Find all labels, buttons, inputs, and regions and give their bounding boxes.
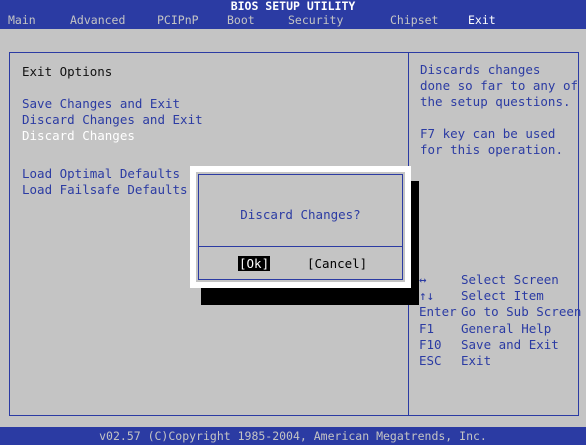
help-line: the setup questions. xyxy=(420,94,571,109)
option-save-changes-and-exit[interactable]: Save Changes and Exit xyxy=(22,96,180,111)
dialog-divider xyxy=(198,246,403,247)
menu-exit[interactable]: Exit xyxy=(466,12,498,29)
window-title: BIOS SETUP UTILITY xyxy=(230,0,356,13)
key-row-esc: ESC Exit xyxy=(419,353,585,369)
menu-advanced[interactable]: Advanced xyxy=(68,12,127,29)
up-down-arrow-icon: ↑↓ xyxy=(419,288,435,304)
cancel-button[interactable]: [Cancel] xyxy=(307,256,367,271)
key-row-select-item: ↑↓ Select Item xyxy=(419,288,585,304)
menu-boot[interactable]: Boot xyxy=(225,12,257,29)
key-desc: Save and Exit xyxy=(461,336,559,352)
option-discard-changes-and-exit[interactable]: Discard Changes and Exit xyxy=(22,112,203,127)
dialog-frame xyxy=(198,174,403,280)
option-load-failsafe-defaults[interactable]: Load Failsafe Defaults xyxy=(22,182,188,197)
menu-pcipnp[interactable]: PCIPnP xyxy=(155,12,201,29)
key-row-f10: F10 Save and Exit xyxy=(419,337,585,353)
key-row-select-screen: ↔ Select Screen xyxy=(419,272,585,288)
key-desc: Exit xyxy=(461,353,492,369)
key-label: F10 xyxy=(419,336,442,352)
help-line xyxy=(420,110,582,126)
menu-chipset[interactable]: Chipset xyxy=(388,12,440,29)
ok-button[interactable]: [Ok] xyxy=(238,256,271,271)
key-label: ESC xyxy=(419,353,442,369)
copyright-footer: v02.57 (C)Copyright 1985-2004, American … xyxy=(0,427,586,445)
help-line: Discards changes xyxy=(420,62,541,77)
key-desc: Select Item xyxy=(461,288,544,304)
help-text: Discards changes done so far to any of t… xyxy=(420,62,582,158)
option-load-optimal-defaults[interactable]: Load Optimal Defaults xyxy=(22,166,180,181)
help-line: F7 key can be used xyxy=(420,126,556,141)
help-line: done so far to any of xyxy=(420,78,579,93)
menu-main[interactable]: Main xyxy=(6,12,38,29)
confirm-dialog: Discard Changes? [Ok] [Cancel] xyxy=(190,166,411,288)
option-discard-changes[interactable]: Discard Changes xyxy=(22,128,135,143)
menu-security[interactable]: Security xyxy=(286,12,345,29)
key-row-enter: Enter Go to Sub Screen xyxy=(419,304,585,320)
left-right-arrow-icon: ↔ xyxy=(419,272,427,287)
dialog-message: Discard Changes? xyxy=(240,207,361,222)
key-row-f1: F1 General Help xyxy=(419,321,585,337)
key-desc: General Help xyxy=(461,320,552,336)
key-label: Enter xyxy=(419,304,457,320)
top-menu-bar: Main Advanced PCIPnP Boot Security Chips… xyxy=(0,12,586,29)
key-desc: Go to Sub Screen xyxy=(461,304,582,320)
key-desc: Select Screen xyxy=(461,272,559,287)
section-title: Exit Options xyxy=(22,64,113,79)
key-label: F1 xyxy=(419,320,435,336)
help-line: for this operation. xyxy=(420,142,563,157)
key-legend: ↔ Select Screen ↑↓ Select Item Enter Go to … xyxy=(419,272,585,369)
